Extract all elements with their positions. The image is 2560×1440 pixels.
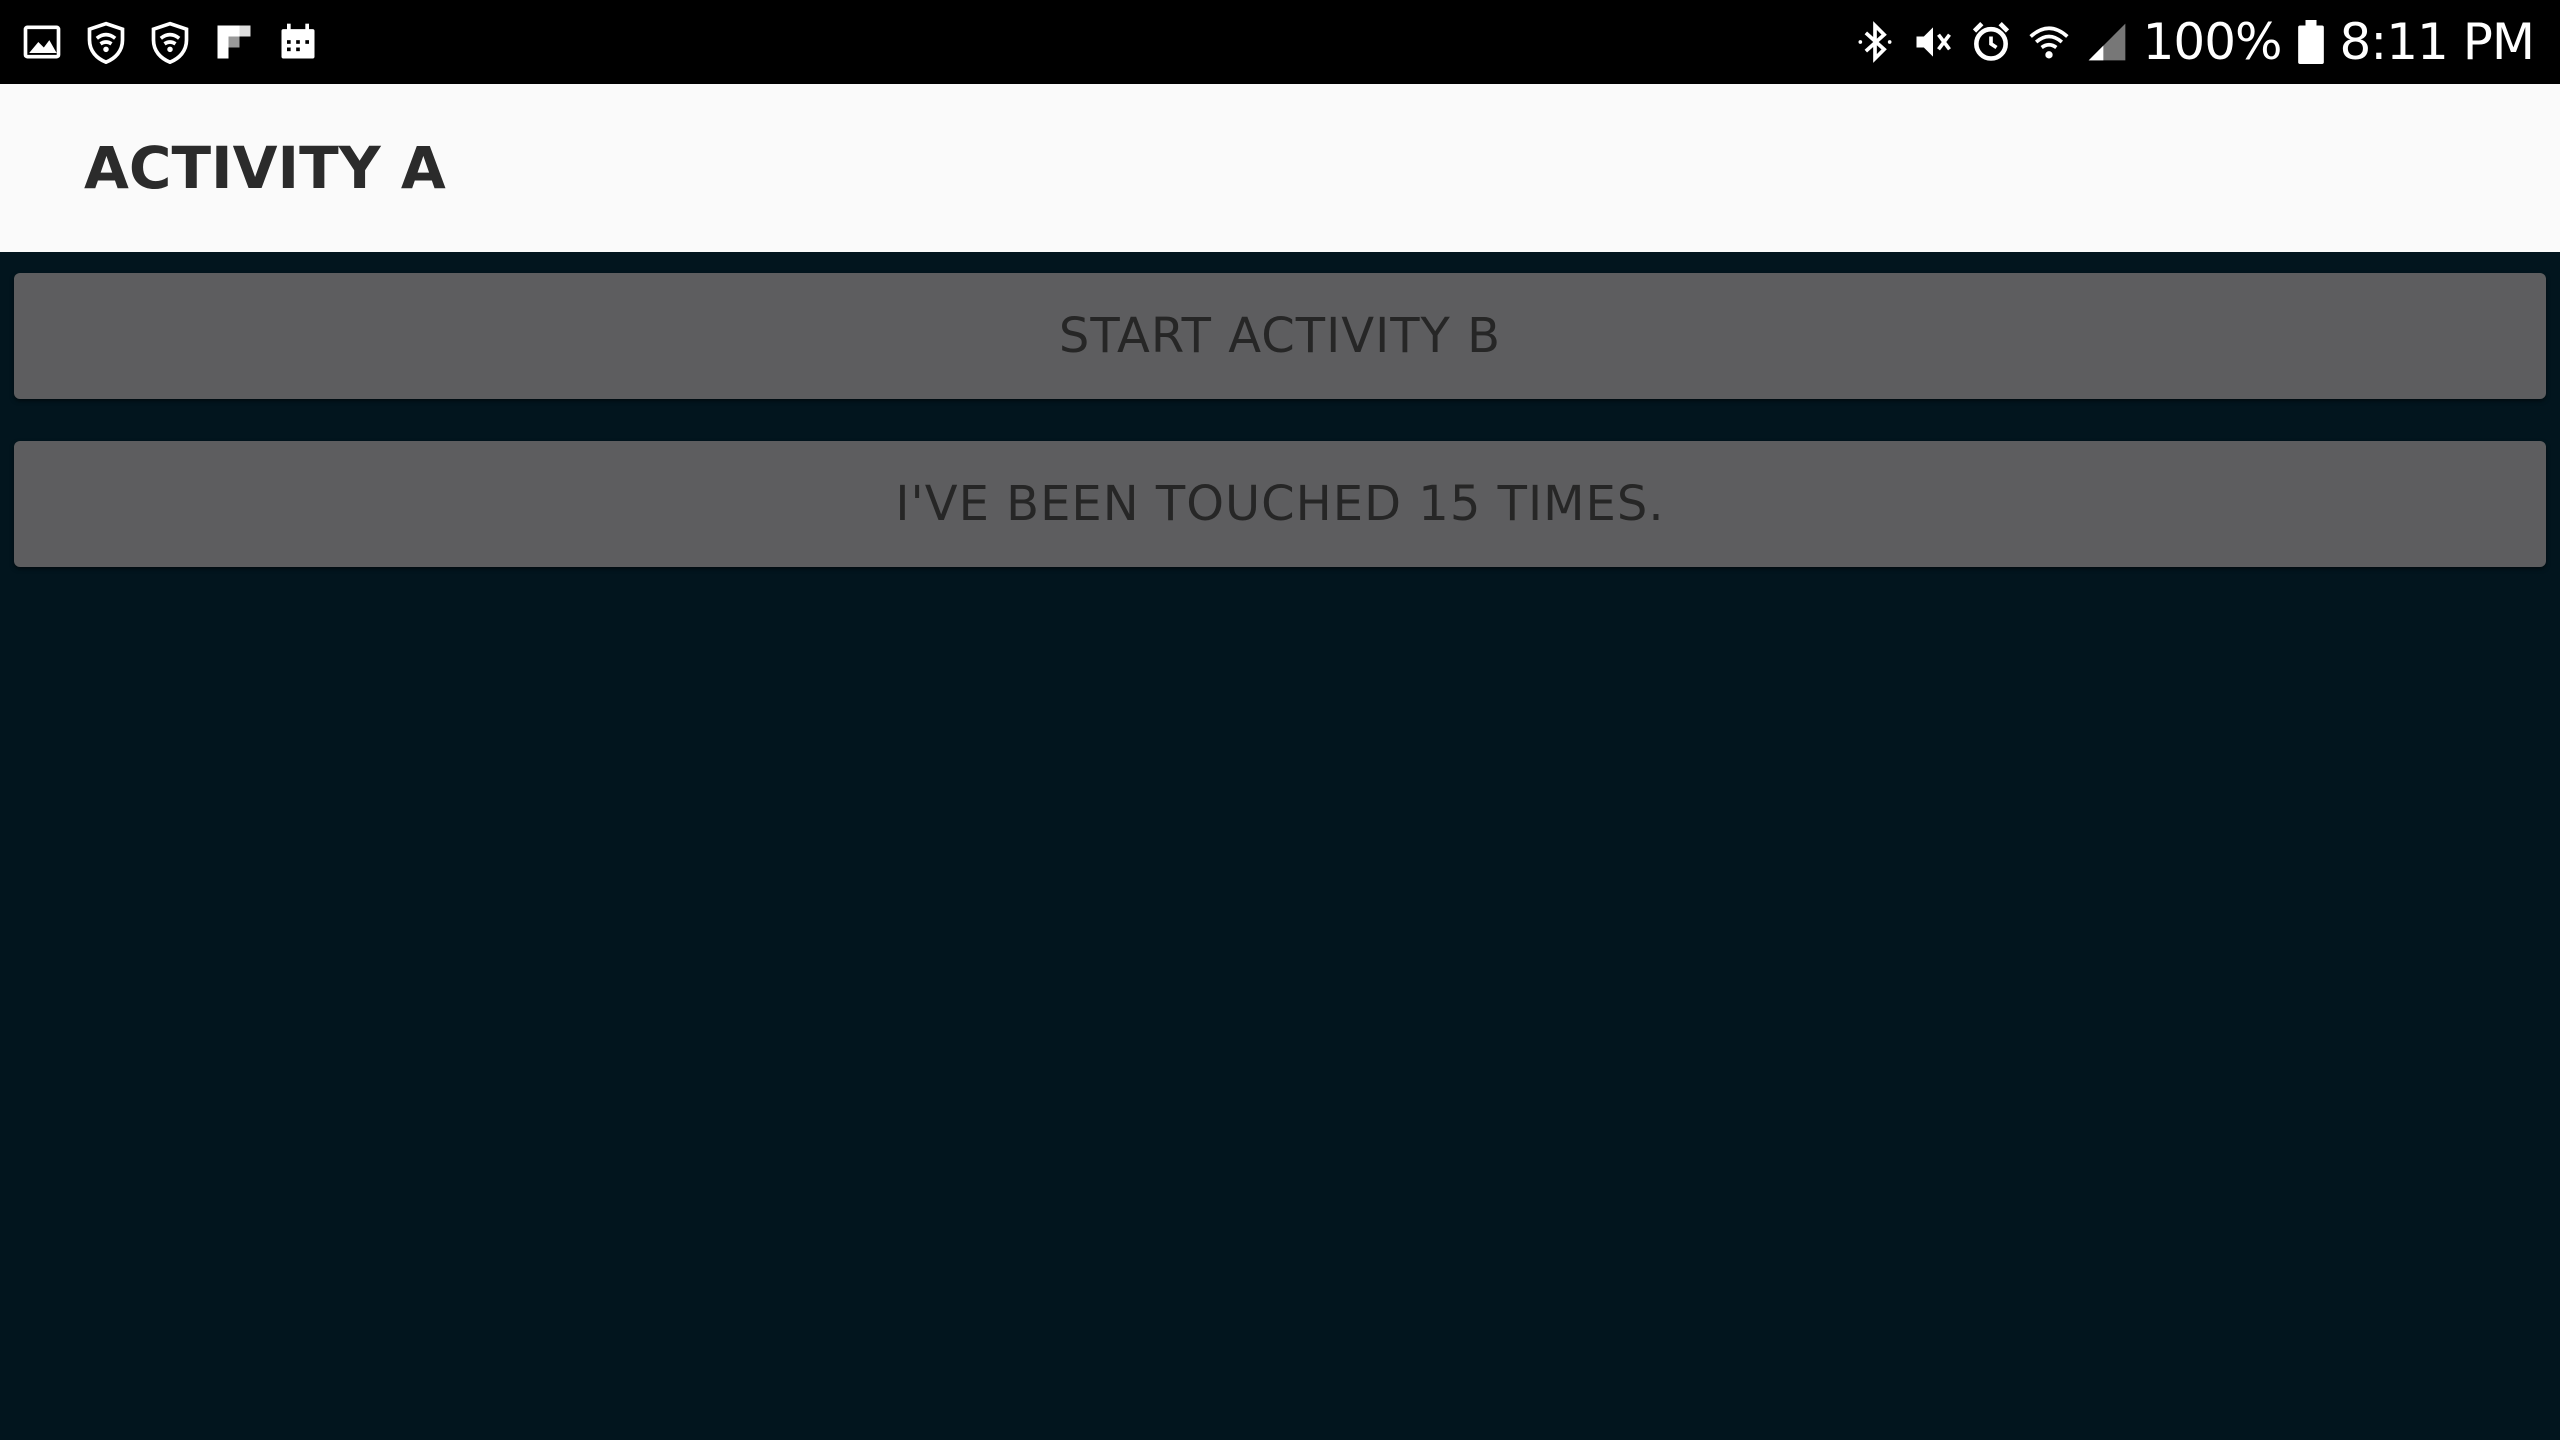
battery-icon (2296, 20, 2326, 64)
calendar-icon (276, 20, 320, 64)
battery-percent: 100% (2142, 13, 2283, 71)
bluetooth-icon (1853, 20, 1897, 64)
gallery-icon (20, 20, 64, 64)
shield-wifi-icon (84, 20, 128, 64)
screen: 100% 8:11 PM ACTIVITY A START ACTIVITY B… (0, 0, 2560, 1440)
touch-counter-button[interactable]: I'VE BEEN TOUCHED 15 TIMES. (14, 441, 2546, 567)
alarm-icon (1969, 20, 2013, 64)
notification-icons (20, 0, 320, 84)
vibrate-mute-icon (1911, 20, 1955, 64)
app-bar: ACTIVITY A (0, 84, 2560, 252)
flipboard-icon (212, 20, 256, 64)
wifi-icon (2027, 20, 2071, 64)
shield-wifi-icon (148, 20, 192, 64)
status-bar: 100% 8:11 PM (0, 0, 2560, 84)
page-title: ACTIVITY A (84, 134, 446, 202)
system-status: 100% 8:11 PM (1853, 0, 2535, 84)
clock: 8:11 PM (2339, 13, 2535, 71)
start-activity-b-button[interactable]: START ACTIVITY B (14, 273, 2546, 399)
signal-icon (2085, 20, 2129, 64)
